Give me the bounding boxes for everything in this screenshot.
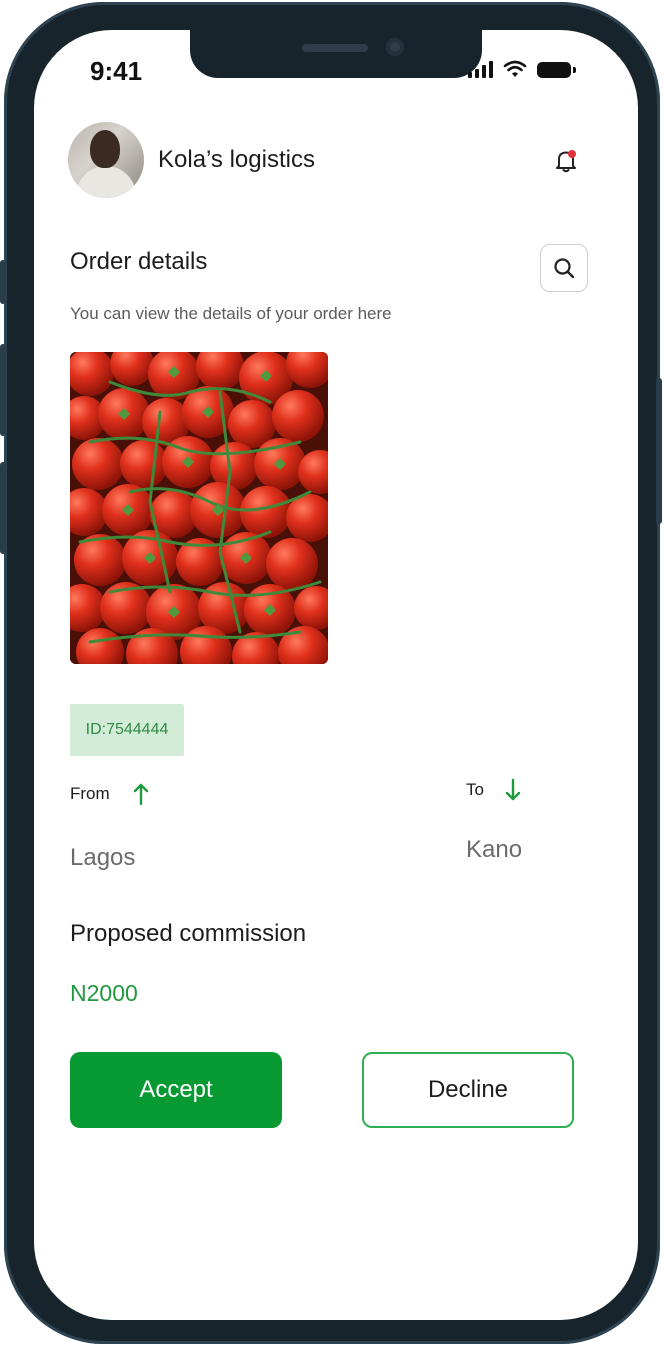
page-title: Order details: [70, 248, 208, 275]
from-location: Lagos: [70, 844, 136, 871]
avatar-body: [76, 166, 136, 198]
search-icon: [554, 258, 575, 279]
battery-icon: [537, 62, 576, 78]
phone-frame: 9:41 Kola’s logistics Order details You …: [0, 2, 662, 1344]
avatar[interactable]: [68, 122, 144, 198]
to-location: Kano: [466, 836, 523, 863]
notch: [190, 30, 482, 78]
arrow-up-icon: [133, 783, 149, 806]
speaker-grille: [302, 44, 368, 52]
commission-label: Proposed commission: [70, 920, 307, 947]
accept-button[interactable]: Accept: [70, 1052, 282, 1128]
side-button-volume-down: [0, 462, 6, 554]
product-image: [70, 352, 328, 664]
tomatoes-image: [70, 352, 328, 664]
company-name: Kola’s logistics: [158, 146, 315, 173]
signal-icon: [468, 60, 493, 78]
decline-button[interactable]: Decline: [362, 1052, 574, 1128]
to-label: To: [466, 780, 484, 799]
wifi-icon: [503, 60, 527, 77]
side-button-mute: [0, 260, 6, 304]
commission-value: N2000: [70, 980, 138, 1006]
notification-dot: [568, 150, 576, 158]
side-button-volume-up: [0, 344, 6, 436]
status-icons: [468, 60, 576, 78]
page-subtitle: You can view the details of your order h…: [70, 304, 392, 323]
app-screen: 9:41 Kola’s logistics Order details You …: [34, 30, 638, 1320]
search-button[interactable]: [540, 244, 588, 292]
status-time: 9:41: [90, 56, 143, 86]
order-id-badge: ID:7544444: [70, 704, 184, 756]
side-button-power: [656, 378, 662, 524]
from-label: From: [70, 784, 110, 803]
front-camera: [386, 38, 404, 56]
avatar-head: [90, 130, 120, 168]
arrow-down-icon: [505, 778, 521, 801]
bell-icon[interactable]: [554, 148, 578, 174]
